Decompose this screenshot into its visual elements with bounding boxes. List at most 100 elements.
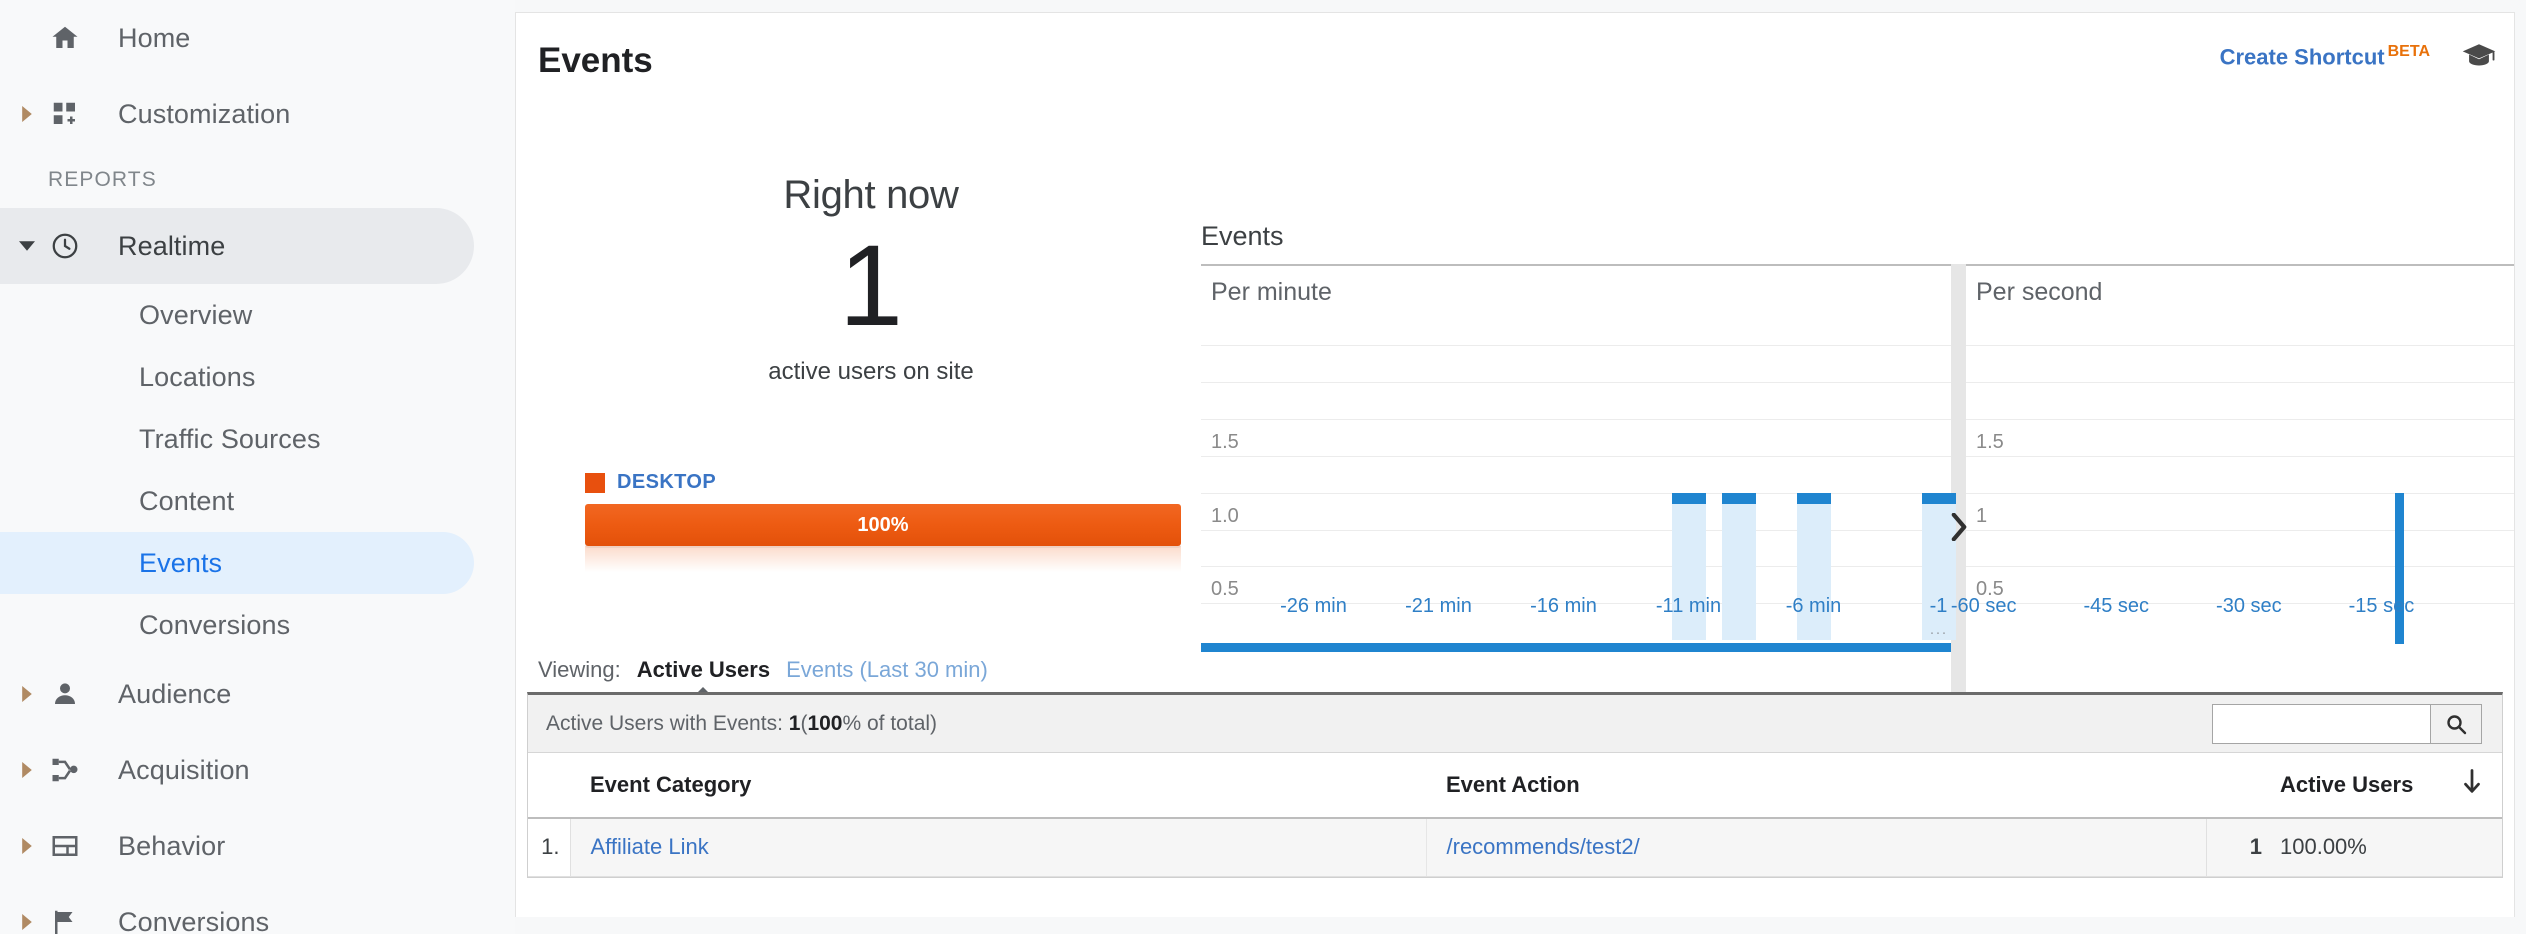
sidebar-item-behavior[interactable]: Behavior — [0, 808, 515, 884]
x-axis-tick-label: -6 min — [1785, 595, 1842, 617]
desktop-legend-label[interactable]: DESKTOP — [617, 471, 716, 494]
bar-cap — [1671, 492, 1706, 504]
x-axis-tick-label: -45 sec — [2083, 595, 2150, 617]
realtime-overview-area: Right now 1 active users on site DESKTOP… — [516, 93, 2514, 694]
column-event-category[interactable]: Event Category — [570, 753, 1426, 819]
sidebar: Home Customization REPORTS Realtime Over… — [0, 0, 515, 934]
right-now-block: Right now 1 active users on site — [561, 173, 1181, 386]
chevron-right-icon[interactable] — [4, 106, 50, 122]
graduation-cap-icon[interactable] — [2462, 43, 2496, 70]
search-button[interactable] — [2430, 704, 2482, 744]
desktop-percent-bar: 100% — [585, 504, 1181, 572]
row-rank: 1. — [528, 818, 571, 877]
summary-suffix: % of total) — [842, 711, 938, 735]
sidebar-item-home[interactable]: Home — [0, 0, 515, 76]
row-sort-spacer — [2442, 818, 2502, 877]
active-users-count: 1 — [839, 222, 903, 350]
event-category-link[interactable]: Affiliate Link — [591, 834, 709, 859]
bar-cap — [1921, 492, 1956, 504]
chevron-right-icon[interactable] — [4, 914, 50, 930]
per-minute-baseline — [1201, 643, 1951, 652]
gridline — [1966, 419, 2514, 421]
gridline — [1201, 345, 1951, 347]
chevron-down-icon[interactable] — [4, 238, 50, 254]
gridline — [1966, 382, 2514, 384]
column-event-action[interactable]: Event Action — [1426, 753, 2206, 819]
header-actions: Create Shortcut BETA — [2220, 43, 2496, 70]
per-minute-label: Per minute — [1211, 278, 1332, 306]
sort-descending-arrow-icon[interactable] — [2442, 753, 2502, 819]
x-axis-tick-label: -26 min — [1280, 595, 1347, 617]
x-axis-tick-label: -15 sec — [2348, 595, 2415, 617]
person-icon — [50, 679, 102, 709]
sidebar-item-label: Events — [139, 547, 223, 578]
chevron-right-icon[interactable] — [4, 838, 50, 854]
sidebar-item-content[interactable]: Content — [0, 470, 515, 532]
main-content: Events Create Shortcut BETA Right now 1 … — [515, 0, 2526, 934]
x-axis-tick-label: -60 sec — [1950, 595, 2017, 617]
y-axis-tick-label: 0.5 — [1211, 578, 1239, 601]
event-action-link[interactable]: /recommends/test2/ — [1447, 834, 1640, 859]
x-axis-tick-label: -11 min — [1655, 595, 1722, 617]
chevron-right-icon[interactable] — [4, 762, 50, 778]
y-axis-tick-label: 1.5 — [1976, 431, 2004, 454]
chart-bar[interactable] — [1721, 492, 1756, 640]
bar-cap — [1721, 492, 1756, 504]
sidebar-item-acquisition[interactable]: Acquisition — [0, 732, 515, 808]
table-search — [2212, 704, 2482, 744]
gridline — [1966, 492, 2514, 494]
x-axis-tick-label: -21 min — [1405, 595, 1472, 617]
sidebar-item-label: Audience — [118, 678, 232, 709]
gridline — [1201, 566, 1951, 568]
tab-events-last-30-min[interactable]: Events (Last 30 min) — [786, 657, 988, 683]
row-event-action: /recommends/test2/ — [1425, 818, 2206, 877]
summary-prefix: Active Users with Events: — [546, 711, 783, 735]
bar-cap — [1796, 492, 1831, 504]
search-input[interactable] — [2212, 704, 2430, 744]
sidebar-item-overview[interactable]: Overview — [0, 284, 515, 346]
sidebar-item-conversions[interactable]: Conversions — [0, 884, 515, 934]
sidebar-item-label: Traffic Sources — [139, 423, 321, 454]
viewing-tabs: Viewing: Active Users Events (Last 30 mi… — [538, 657, 988, 700]
desktop-color-swatch — [585, 472, 605, 493]
sidebar-item-traffic-sources[interactable]: Traffic Sources — [0, 408, 515, 470]
sidebar-item-realtime[interactable]: Realtime — [0, 208, 474, 284]
page-title: Events — [538, 41, 653, 80]
gridline — [1966, 455, 2514, 457]
column-active-users[interactable]: Active Users — [2262, 753, 2442, 819]
report-panel: Events Create Shortcut BETA Right now 1 … — [515, 12, 2515, 917]
device-legend-row: DESKTOP — [561, 471, 1181, 494]
tab-active-users[interactable]: Active Users — [636, 657, 771, 700]
sidebar-item-audience[interactable]: Audience — [0, 656, 515, 732]
table-header-row: Event Category Event Action Active Users — [528, 753, 2502, 819]
per-second-chart: Per second 0.5 1 1.5 -60 sec -45 sec -30 sec -… — [1951, 264, 2514, 694]
sidebar-item-conversions-realtime[interactable]: Conversions — [0, 594, 515, 656]
gridline — [1201, 492, 1951, 494]
sidebar-item-label: Content — [139, 485, 235, 516]
chevron-right-icon[interactable] — [1950, 513, 1968, 541]
chevron-right-icon[interactable] — [4, 686, 50, 702]
create-shortcut-button[interactable]: Create Shortcut BETA — [2220, 43, 2430, 70]
summary-text: Active Users with Events: 1(100% of tota… — [546, 712, 937, 736]
table-head: Event Category Event Action Active Users — [528, 753, 2502, 819]
gridline — [1201, 529, 1951, 531]
sidebar-item-events[interactable]: Events — [0, 532, 474, 594]
acquisition-icon — [50, 755, 102, 785]
events-charts: Events Per minute 0.5 1.0 1.5 ··· -26 min -21… — [1201, 221, 2514, 694]
bar-ellipsis: ··· — [1929, 624, 1948, 641]
tab-active-users-label: Active Users — [636, 657, 771, 682]
sidebar-item-locations[interactable]: Locations — [0, 346, 515, 408]
home-icon — [50, 23, 102, 53]
per-second-label: Per second — [1976, 278, 2103, 306]
row-active-users-count: 1 — [2205, 818, 2262, 877]
column-rank — [528, 753, 570, 819]
gridline — [1966, 529, 2514, 531]
table-row[interactable]: 1. Affiliate Link /recommends/test2/ 1 1… — [528, 818, 2502, 877]
right-now-title: Right now — [783, 173, 959, 217]
sidebar-item-customization[interactable]: Customization — [0, 76, 515, 152]
chart-bar[interactable] — [2395, 492, 2405, 644]
per-minute-plot: 0.5 1.0 1.5 ··· -26 min -21 min -16 min -11 min… — [1201, 316, 1956, 640]
create-shortcut-label: Create Shortcut — [2219, 44, 2385, 70]
x-axis-tick-label: -1 — [1929, 595, 1948, 617]
sidebar-item-label: Locations — [139, 361, 256, 392]
